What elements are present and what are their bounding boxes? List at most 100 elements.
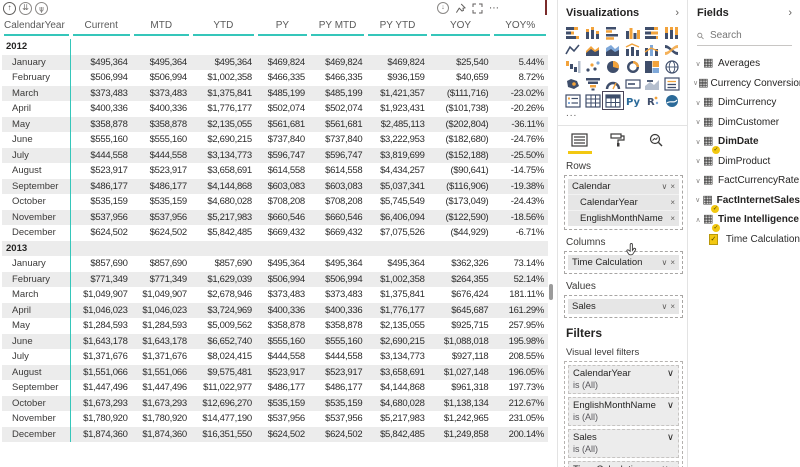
python-visual-icon[interactable]: Py [624, 93, 642, 108]
drill-up-icon[interactable]: ↑ [3, 2, 16, 15]
matrix-row-2012[interactable]: 2012 [2, 39, 548, 55]
row-header[interactable]: September [2, 179, 71, 195]
matrix-row-november[interactable]: November$537,956$537,956$5,217,983$660,5… [2, 210, 548, 226]
row-header[interactable]: April [2, 303, 71, 319]
matrix-row-may[interactable]: May$358,878$358,878$2,135,055$561,681$56… [2, 117, 548, 133]
fields-table-currency-conversion[interactable]: ∨▦Currency Conversion [689, 74, 800, 94]
filled-map-icon[interactable] [564, 76, 582, 91]
column-header-current[interactable]: Current [71, 17, 132, 39]
matrix-row-april[interactable]: April$400,336$400,336$1,776,177$502,074$… [2, 101, 548, 117]
matrix-row-november[interactable]: November$1,780,920$1,780,920$14,477,190$… [2, 411, 548, 427]
chevron-down-icon[interactable]: ∨ [693, 177, 703, 185]
filter-card-calendaryear[interactable]: CalendarYear∨is (All) [568, 365, 679, 394]
well-field-sales[interactable]: Sales∨× [568, 299, 679, 314]
line-chart-icon[interactable] [564, 42, 582, 57]
row-header[interactable]: August [2, 163, 71, 179]
matrix-row-may[interactable]: May$1,284,593$1,284,593$5,009,562$358,87… [2, 318, 548, 334]
column-header-py-ytd[interactable]: PY YTD [366, 17, 428, 39]
chevron-down-icon[interactable]: ∨ [693, 99, 703, 107]
matrix-row-june[interactable]: June$555,160$555,160$2,690,215$737,840$7… [2, 132, 548, 148]
chevron-down-icon[interactable]: ∨ [693, 118, 703, 126]
matrix-row-september[interactable]: September$486,177$486,177$4,144,868$603,… [2, 179, 548, 195]
matrix-row-june[interactable]: June$1,643,178$1,643,178$6,652,740$555,1… [2, 334, 548, 350]
matrix-row-july[interactable]: July$444,558$444,558$3,134,773$596,747$5… [2, 148, 548, 164]
values-well[interactable]: Sales∨× [564, 295, 683, 318]
drill-down-mode-icon[interactable]: ↓ [437, 2, 449, 14]
row-header[interactable]: 2013 [2, 241, 71, 257]
matrix-row-october[interactable]: October$1,673,293$1,673,293$12,696,270$5… [2, 396, 548, 412]
fields-table-dimproduct[interactable]: ∨▦DimProduct [689, 152, 800, 172]
chevron-up-icon[interactable]: ∧ [693, 216, 703, 224]
row-header[interactable]: June [2, 334, 71, 350]
rows-well[interactable]: Calendar∨×CalendarYear×EnglishMonthName× [564, 175, 683, 230]
row-header[interactable]: May [2, 117, 71, 133]
more-options-icon[interactable]: ⋯ [489, 3, 500, 14]
fields-table-dimcurrency[interactable]: ∨▦DimCurrency [689, 93, 800, 113]
drill-down-double-icon[interactable]: ⇊ [19, 2, 32, 15]
well-field-calendar[interactable]: Calendar∨× [568, 179, 679, 194]
table-icon[interactable] [584, 93, 602, 108]
row-header[interactable]: April [2, 101, 71, 117]
multi-row-card-icon[interactable] [564, 93, 582, 108]
row-header[interactable]: November [2, 411, 71, 427]
pin-icon[interactable] [455, 3, 466, 14]
tab-analytics[interactable] [644, 133, 668, 154]
stacked-bar-chart-icon[interactable] [564, 25, 582, 40]
chevron-down-icon[interactable]: ∨ [667, 368, 674, 379]
r-script-visual-icon[interactable]: R [643, 93, 661, 108]
row-header[interactable]: July [2, 148, 71, 164]
row-header[interactable]: May [2, 318, 71, 334]
chevron-down-icon[interactable]: ∨ [693, 196, 702, 204]
column-header-mtd[interactable]: MTD [132, 17, 191, 39]
row-header[interactable]: October [2, 396, 71, 412]
matrix-row-march[interactable]: March$373,483$373,483$1,375,841$485,199$… [2, 86, 548, 102]
fields-table-dimdate[interactable]: ∨▦✓DimDate [689, 132, 800, 152]
row-header[interactable]: August [2, 365, 71, 381]
more-visuals-button[interactable]: ... [558, 108, 687, 121]
stacked-column-chart-icon[interactable] [584, 25, 602, 40]
filter-card-time-calculation[interactable]: Time Calculation∨×is Current, MTD, YTD, … [568, 461, 679, 467]
remove-field-icon[interactable]: × [670, 302, 675, 311]
chevron-down-icon[interactable]: ∨ [661, 302, 667, 311]
remove-field-icon[interactable]: × [670, 182, 675, 191]
row-header[interactable]: February [2, 272, 71, 288]
chevron-down-icon[interactable]: ∨ [661, 258, 667, 267]
row-header[interactable]: November [2, 210, 71, 226]
hundred-stacked-column-chart-icon[interactable] [663, 25, 681, 40]
column-header-calendaryear[interactable]: CalendarYear [2, 17, 71, 39]
matrix-row-december[interactable]: December$1,874,360$1,874,360$16,351,550$… [2, 427, 548, 443]
collapse-pane-icon[interactable]: › [675, 7, 679, 19]
row-header[interactable]: December [2, 225, 71, 241]
card-icon[interactable] [624, 76, 642, 91]
clustered-bar-chart-icon[interactable] [604, 25, 622, 40]
row-header[interactable]: October [2, 194, 71, 210]
matrix-row-august[interactable]: August$1,551,066$1,551,066$9,575,481$523… [2, 365, 548, 381]
gauge-icon[interactable] [604, 76, 622, 91]
line-stacked-column-chart-icon[interactable] [624, 42, 642, 57]
remove-field-icon[interactable]: × [670, 214, 675, 223]
row-header[interactable]: September [2, 380, 71, 396]
expand-next-level-icon[interactable]: ⋔ [35, 2, 48, 15]
field-checkbox[interactable]: ✓ [709, 234, 718, 245]
area-chart-icon[interactable] [584, 42, 602, 57]
tab-format[interactable] [606, 133, 630, 154]
fields-table-dimcustomer[interactable]: ∨▦DimCustomer [689, 113, 800, 133]
map-icon[interactable] [663, 59, 681, 74]
fields-table-time-intelligence[interactable]: ∧▦✓Time Intelligence [689, 210, 800, 230]
matrix-row-march[interactable]: March$1,049,907$1,049,907$2,678,946$373,… [2, 287, 548, 303]
column-header-py-mtd[interactable]: PY MTD [309, 17, 367, 39]
waterfall-chart-icon[interactable] [564, 59, 582, 74]
row-header[interactable]: 2012 [2, 39, 71, 55]
kpi-icon[interactable] [643, 76, 661, 91]
ribbon-chart-icon[interactable] [663, 42, 681, 57]
tab-fields[interactable] [568, 133, 592, 154]
fields-table-factcurrencyrate[interactable]: ∨▦FactCurrencyRate [689, 171, 800, 191]
fields-search-input[interactable] [708, 29, 792, 42]
well-field-englishmonthname[interactable]: EnglishMonthName× [568, 210, 679, 226]
filter-card-englishmonthname[interactable]: EnglishMonthName∨is (All) [568, 397, 679, 426]
row-header[interactable]: June [2, 132, 71, 148]
column-header-yoy[interactable]: YOY [429, 17, 493, 39]
matrix-row-january[interactable]: January$495,364$495,364$495,364$469,824$… [2, 55, 548, 71]
hundred-stacked-bar-chart-icon[interactable] [643, 25, 661, 40]
row-header[interactable]: March [2, 287, 71, 303]
